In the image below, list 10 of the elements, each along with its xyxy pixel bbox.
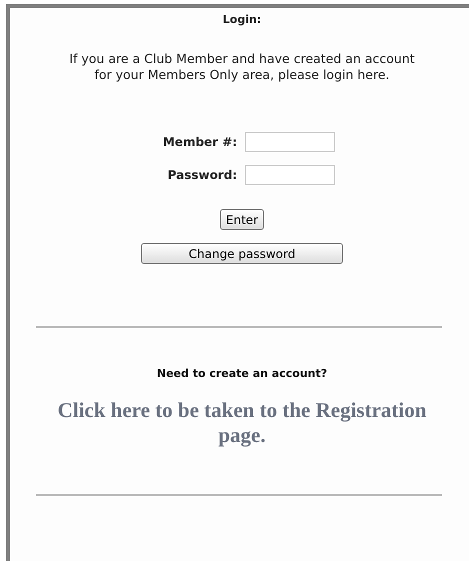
intro-text: If you are a Club Member and have created an account for your Members Only area, please login here. bbox=[68, 51, 416, 83]
enter-button[interactable]: Enter bbox=[220, 209, 264, 230]
input-field[interactable] bbox=[245, 165, 336, 185]
field-label: Password: bbox=[166, 168, 238, 182]
login-heading: Login: bbox=[222, 12, 262, 26]
change-password-button[interactable]: Change password bbox=[141, 243, 343, 264]
field-label: Member #: bbox=[162, 135, 238, 149]
registration-link[interactable]: Click here to be taken to the Registration page. bbox=[42, 398, 442, 448]
register-prompt: Need to create an account? bbox=[156, 367, 328, 380]
input-field[interactable] bbox=[245, 132, 336, 152]
